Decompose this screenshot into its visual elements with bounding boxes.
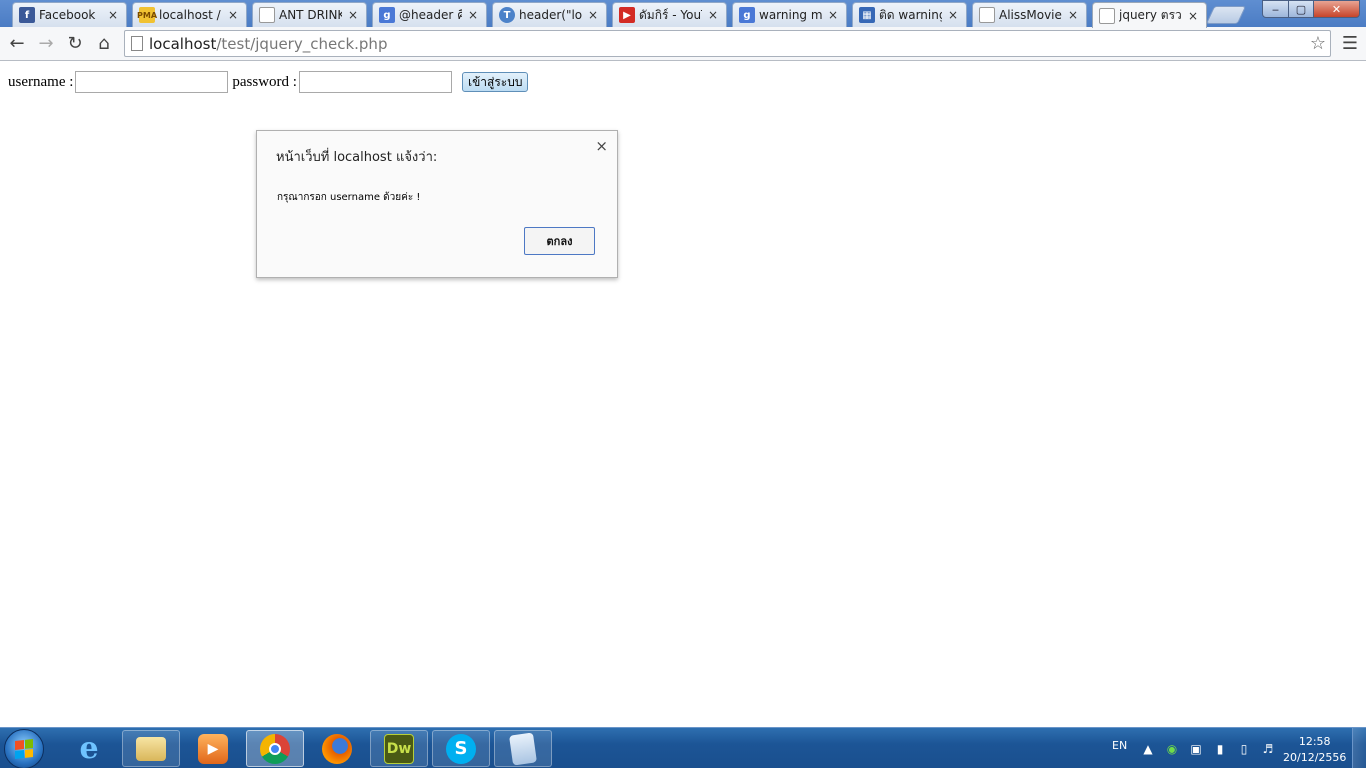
close-window-button[interactable]: ✕ [1313, 0, 1360, 18]
youtube-icon: ▶ [619, 7, 635, 23]
phpmyadmin-icon: PMA [137, 7, 157, 23]
tab-label: jquery ตรวจ [1119, 8, 1182, 22]
folder-icon [136, 736, 166, 761]
tab-close-icon[interactable]: × [706, 8, 720, 22]
notepad-icon [509, 731, 537, 766]
skype-icon: S [446, 733, 476, 764]
page-icon [1099, 7, 1115, 24]
url-path: /test/jquery_check.php [216, 34, 388, 53]
security-shield-icon[interactable]: ◉ [1164, 741, 1180, 757]
facebook-icon: f [19, 7, 35, 23]
tab-label: AlissMovie ก [999, 7, 1062, 22]
tab-close-icon[interactable]: × [826, 8, 840, 22]
address-bar[interactable]: localhost/test/jquery_check.php ☆ [124, 30, 1331, 57]
new-tab-button[interactable] [1205, 6, 1247, 24]
tab-phpmyadmin[interactable]: PMA localhost / lo × [132, 2, 247, 27]
tab-close-icon[interactable]: × [106, 8, 120, 22]
volume-icon[interactable]: ♬ [1260, 741, 1276, 757]
browser-toolbar: ← → ↻ ⌂ localhost/test/jquery_check.php … [0, 27, 1366, 61]
page-icon [979, 7, 995, 23]
taskbar-internet-explorer[interactable]: e [60, 730, 118, 767]
tab-close-icon[interactable]: × [466, 8, 480, 22]
taskbar-skype[interactable]: S [432, 730, 490, 767]
password-label: password : [232, 73, 297, 90]
tab-close-icon[interactable]: × [1186, 9, 1200, 23]
firefox-icon [322, 733, 352, 764]
taskbar-notepad[interactable] [494, 730, 552, 767]
ok-button[interactable]: ตกลง [524, 227, 595, 255]
tab-label: ANT DRINK [279, 8, 342, 22]
tab-strip: f Facebook × PMA localhost / lo × ANT DR… [0, 0, 1366, 28]
internet-explorer-icon: e [79, 731, 99, 766]
tab-label: Facebook [39, 8, 96, 22]
tab-label: ติด warning r [879, 7, 942, 22]
tab-close-icon[interactable]: × [1066, 8, 1080, 22]
taskbar: e ▶ Dw S EN ▲ ◉ ▣ ▮ ▯ ♬ 12:58 20/12/2556 [0, 727, 1366, 768]
password-input[interactable] [298, 71, 452, 93]
google-icon: g [379, 7, 395, 23]
tsb-icon: T [499, 7, 515, 23]
tab-alissmovie[interactable]: AlissMovie ก × [972, 2, 1087, 27]
google-icon: g [739, 7, 755, 23]
taskbar-chrome[interactable] [246, 730, 304, 767]
tab-jquery-active[interactable]: jquery ตรวจ × [1092, 2, 1207, 28]
taskbar-firefox[interactable] [308, 730, 366, 767]
tab-facebook[interactable]: f Facebook × [12, 2, 127, 27]
url-host: localhost [149, 34, 217, 53]
clock-time: 12:58 [1298, 735, 1331, 748]
menu-icon[interactable]: ☰ [1340, 33, 1360, 54]
show-desktop-button[interactable] [1352, 728, 1366, 768]
taskbar-media-player[interactable]: ▶ [184, 730, 242, 767]
windows-logo-icon [15, 739, 33, 759]
dreamweaver-icon: Dw [384, 733, 414, 764]
media-player-icon: ▶ [198, 733, 228, 764]
bookmark-star-icon[interactable]: ☆ [1310, 33, 1326, 54]
taskbar-dreamweaver[interactable]: Dw [370, 730, 428, 767]
language-indicator[interactable]: EN [1112, 739, 1127, 752]
show-hidden-icons-icon[interactable]: ▲ [1140, 741, 1156, 757]
tab-close-icon[interactable]: × [586, 8, 600, 22]
tab-close-icon[interactable]: × [346, 8, 360, 22]
system-tray: EN ▲ ◉ ▣ ▮ ▯ ♬ 12:58 20/12/2556 [1100, 728, 1366, 768]
forward-arrow-icon[interactable]: → [35, 32, 57, 54]
tab-ant-drink[interactable]: ANT DRINK × [252, 2, 367, 27]
tab-header-google[interactable]: g @header คือ × [372, 2, 487, 27]
tab-close-icon[interactable]: × [226, 8, 240, 22]
alert-message: กรุณากรอก username ด้วยค่ะ ! [277, 192, 421, 203]
network-error-icon[interactable]: ▣ [1188, 741, 1204, 757]
username-input[interactable] [75, 71, 229, 93]
chrome-icon [260, 733, 290, 764]
login-button[interactable]: เข้าสู่ระบบ [461, 72, 529, 92]
tab-label: ดัมกิร์ - YouT [639, 7, 702, 22]
tab-label: @header คือ [399, 7, 462, 22]
clock-date: 20/12/2556 [1283, 751, 1347, 764]
home-icon[interactable]: ⌂ [93, 32, 115, 54]
back-arrow-icon[interactable]: ← [6, 32, 28, 54]
tab-label: warning mys [759, 8, 822, 22]
alert-title: หน้าเว็บที่ localhost แจ้งว่า: [276, 150, 438, 165]
page-icon [259, 7, 275, 23]
tab-label: localhost / lo [159, 8, 222, 22]
start-button[interactable] [4, 729, 44, 768]
tab-header-loca[interactable]: T header("loca × [492, 2, 607, 27]
reload-icon[interactable]: ↻ [64, 32, 86, 54]
login-form: username : password : เข้าสู่ระบบ [8, 71, 529, 93]
signal-bars-icon[interactable]: ▮ [1212, 741, 1228, 757]
tab-youtube[interactable]: ▶ ดัมกิร์ - YouT × [612, 2, 727, 27]
tab-warning-site[interactable]: ▦ ติด warning r × [852, 2, 967, 27]
clock[interactable]: 12:58 20/12/2556 [1283, 734, 1346, 766]
site-icon: ▦ [859, 7, 875, 23]
battery-icon[interactable]: ▯ [1236, 741, 1252, 757]
minimize-button[interactable]: ‒ [1262, 0, 1289, 18]
username-label: username : [8, 73, 74, 90]
maximize-button[interactable]: ▢ [1288, 0, 1314, 18]
alert-dialog: หน้าเว็บที่ localhost แจ้งว่า: × กรุณากร… [256, 130, 618, 278]
taskbar-file-explorer[interactable] [122, 730, 180, 767]
tab-warning-google[interactable]: g warning mys × [732, 2, 847, 27]
close-icon[interactable]: × [595, 137, 608, 155]
tab-label: header("loca [519, 8, 582, 22]
page-icon [131, 36, 143, 51]
page-content: username : password : เข้าสู่ระบบ [0, 62, 1366, 726]
tab-close-icon[interactable]: × [946, 8, 960, 22]
